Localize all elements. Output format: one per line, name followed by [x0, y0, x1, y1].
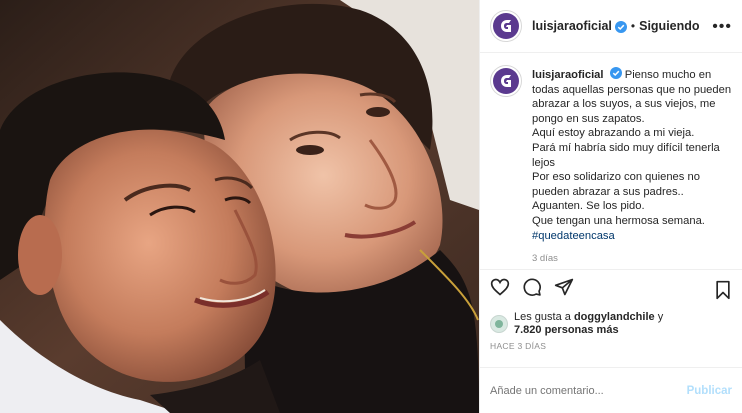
caption-line: Aguanten. Se los pido. [532, 200, 645, 213]
instagram-post: luisjaraoficial • Siguiendo ••• luisjara… [0, 0, 742, 413]
share-icon[interactable] [554, 277, 574, 302]
likes-conjunction: y [657, 311, 664, 323]
caption-username[interactable]: luisjaraoficial [532, 69, 604, 81]
caption-line: Aquí estoy abrazando a mi vieja. [532, 127, 695, 140]
add-comment-bar: Publicar [480, 367, 742, 413]
likes-count[interactable]: 7.820 personas más [514, 324, 619, 336]
caption-row: luisjaraoficial Pienso mucho en todas aq… [490, 65, 732, 243]
caption-line: Que tengan una hermosa semana. [532, 214, 705, 227]
hashtag-link[interactable]: #quedateencasa [532, 230, 615, 242]
brand-logo-icon [493, 13, 519, 39]
post-header: luisjaraoficial • Siguiendo ••• [480, 0, 742, 53]
bookmark-icon[interactable] [714, 280, 732, 305]
likes-text: Les gusta a doggylandchile y 7.820 perso… [514, 311, 663, 337]
verified-badge-icon [614, 20, 627, 33]
post-age: HACE 3 DÍAS [490, 341, 547, 351]
comment-input[interactable] [490, 384, 687, 397]
comment-icon[interactable] [522, 277, 542, 302]
liker-username[interactable]: doggylandchile [574, 311, 655, 323]
caption-text: luisjaraoficial Pienso mucho en todas aq… [532, 67, 732, 243]
more-options-icon[interactable]: ••• [712, 18, 732, 36]
liker-avatar[interactable] [490, 315, 508, 333]
author-avatar[interactable] [490, 10, 522, 42]
caption-line: Pará mí habría sido muy difícil tenerla … [532, 141, 720, 169]
brand-logo-icon [493, 68, 519, 94]
likes-row: Les gusta a doggylandchile y 7.820 perso… [480, 309, 742, 339]
author-username[interactable]: luisjaraoficial [532, 19, 612, 33]
verified-badge-icon [609, 67, 622, 79]
post-side-panel: luisjaraoficial • Siguiendo ••• luisjara… [479, 0, 742, 413]
publish-button[interactable]: Publicar [687, 385, 732, 397]
header-separator: • [630, 19, 636, 33]
heart-icon[interactable] [490, 277, 510, 302]
caption-time: 3 días [532, 253, 558, 265]
likes-prefix: Les gusta a [514, 311, 571, 323]
post-photo-illustration [0, 0, 479, 413]
post-photo[interactable] [0, 0, 479, 413]
caption-avatar[interactable] [490, 65, 522, 97]
caption-section: luisjaraoficial Pienso mucho en todas aq… [480, 53, 742, 269]
following-button[interactable]: Siguiendo [639, 19, 699, 33]
caption-line: Por eso solidarizo con quienes no pueden… [532, 171, 700, 198]
action-bar [480, 269, 742, 309]
